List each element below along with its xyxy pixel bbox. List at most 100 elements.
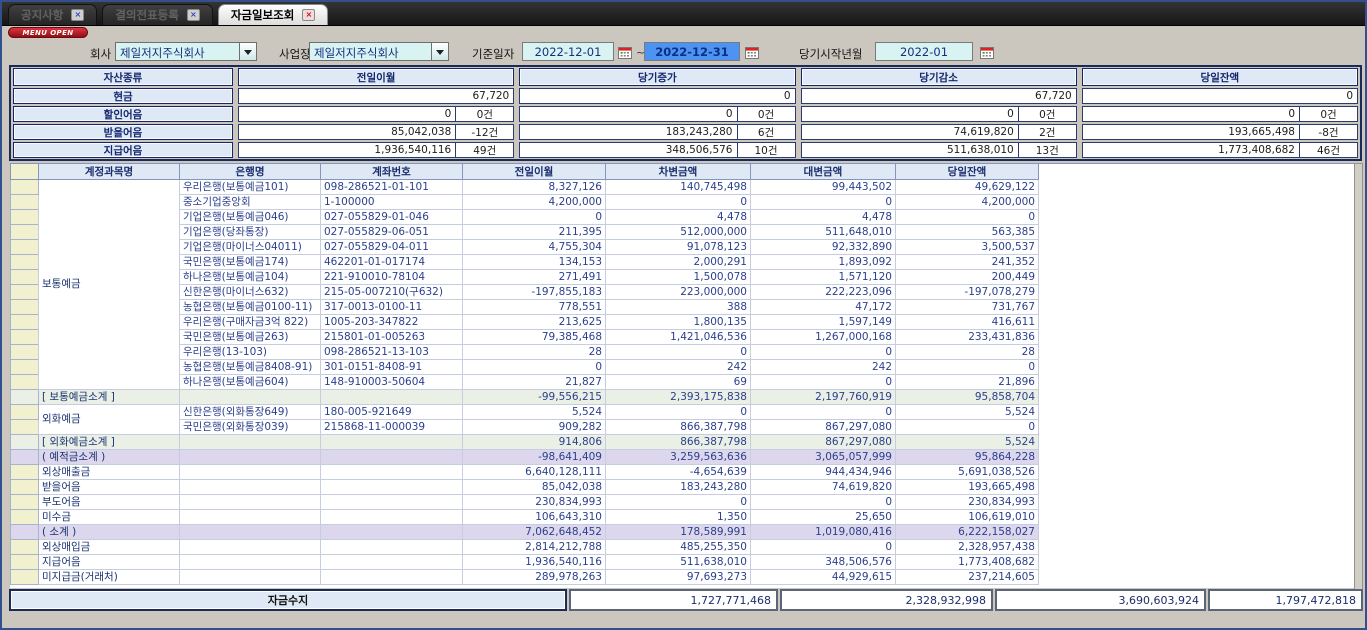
asset-amount-cell[interactable]: 0 — [519, 88, 795, 104]
asset-amount-cell[interactable]: 183,243,2806건 — [519, 124, 795, 140]
calendar-icon[interactable] — [980, 44, 994, 63]
bank-name-cell[interactable]: 신한은행(외화통장649) — [180, 405, 321, 420]
debit-amount-cell[interactable]: 1,800,135 — [606, 315, 751, 330]
prev-balance-cell[interactable]: -197,855,183 — [463, 285, 606, 300]
prev-balance-cell[interactable]: 271,491 — [463, 270, 606, 285]
prev-balance-cell[interactable]: 6,640,128,111 — [463, 465, 606, 480]
bank-name-cell[interactable]: 기업은행(보통예금046) — [180, 210, 321, 225]
account-number-cell[interactable]: 098-286521-01-101 — [321, 180, 463, 195]
credit-amount-cell[interactable]: 2,197,760,919 — [751, 390, 896, 405]
account-group-cell[interactable]: ( 예적금소계 ) — [39, 450, 180, 465]
chevron-down-icon[interactable] — [239, 43, 256, 60]
account-number-cell[interactable] — [321, 480, 463, 495]
bank-name-cell[interactable]: 우리은행(보통예금101) — [180, 180, 321, 195]
account-number-cell[interactable] — [321, 555, 463, 570]
bank-name-cell[interactable] — [180, 540, 321, 555]
prev-balance-cell[interactable]: 7,062,648,452 — [463, 525, 606, 540]
prev-balance-cell[interactable]: 4,200,000 — [463, 195, 606, 210]
bank-name-cell[interactable]: 우리은행(구매자금3억 822) — [180, 315, 321, 330]
balance-cell[interactable]: -197,078,279 — [896, 285, 1039, 300]
credit-amount-cell[interactable]: 74,619,820 — [751, 480, 896, 495]
prev-balance-cell[interactable]: 8,327,126 — [463, 180, 606, 195]
balance-cell[interactable]: 28 — [896, 345, 1039, 360]
row-indicator[interactable] — [11, 270, 39, 285]
debit-amount-cell[interactable]: 242 — [606, 360, 751, 375]
account-group-cell[interactable]: 외화예금 — [39, 405, 180, 435]
balance-cell[interactable]: 4,200,000 — [896, 195, 1039, 210]
bank-name-cell[interactable] — [180, 390, 321, 405]
prev-balance-cell[interactable]: 230,834,993 — [463, 495, 606, 510]
credit-amount-cell[interactable]: 44,929,615 — [751, 570, 896, 585]
balance-cell[interactable]: 0 — [896, 360, 1039, 375]
bank-name-cell[interactable]: 국민은행(외화통장039) — [180, 420, 321, 435]
debit-amount-cell[interactable]: 388 — [606, 300, 751, 315]
prev-balance-cell[interactable]: 134,153 — [463, 255, 606, 270]
account-number-cell[interactable]: 027-055829-04-011 — [321, 240, 463, 255]
prev-balance-cell[interactable]: 213,625 — [463, 315, 606, 330]
bank-name-cell[interactable]: 기업은행(당좌통장) — [180, 225, 321, 240]
account-group-cell[interactable]: 미수금 — [39, 510, 180, 525]
debit-amount-cell[interactable]: 512,000,000 — [606, 225, 751, 240]
prev-balance-cell[interactable]: 289,978,263 — [463, 570, 606, 585]
account-number-cell[interactable]: 027-055829-01-046 — [321, 210, 463, 225]
balance-cell[interactable]: 237,214,605 — [896, 570, 1039, 585]
row-indicator[interactable] — [11, 450, 39, 465]
tab-notice[interactable]: 공지사항 × — [8, 4, 97, 25]
account-number-cell[interactable]: 215-05-007210(구632) — [321, 285, 463, 300]
row-indicator[interactable] — [11, 210, 39, 225]
prev-balance-cell[interactable]: 0 — [463, 210, 606, 225]
bank-name-cell[interactable] — [180, 435, 321, 450]
bank-name-cell[interactable]: 중소기업중앙회 — [180, 195, 321, 210]
credit-amount-cell[interactable]: 222,223,096 — [751, 285, 896, 300]
row-indicator[interactable] — [11, 390, 39, 405]
prev-balance-cell[interactable]: 914,806 — [463, 435, 606, 450]
asset-amount-cell[interactable]: 85,042,038-12건 — [238, 124, 514, 140]
bank-name-cell[interactable]: 하나은행(보통예금104) — [180, 270, 321, 285]
balance-cell[interactable]: 200,449 — [896, 270, 1039, 285]
balance-cell[interactable]: 95,864,228 — [896, 450, 1039, 465]
row-indicator[interactable] — [11, 300, 39, 315]
asset-amount-cell[interactable]: 348,506,57610건 — [519, 142, 795, 158]
chevron-down-icon[interactable] — [431, 43, 448, 60]
account-number-cell[interactable]: 027-055829-06-051 — [321, 225, 463, 240]
row-indicator[interactable] — [11, 255, 39, 270]
asset-amount-cell[interactable]: 67,720 — [801, 88, 1077, 104]
prev-balance-cell[interactable]: 1,936,540,116 — [463, 555, 606, 570]
row-indicator[interactable] — [11, 540, 39, 555]
account-number-cell[interactable]: 098-286521-13-103 — [321, 345, 463, 360]
balance-cell[interactable]: 0 — [896, 420, 1039, 435]
row-indicator[interactable] — [11, 375, 39, 390]
calendar-icon[interactable] — [618, 44, 632, 63]
credit-amount-cell[interactable]: 242 — [751, 360, 896, 375]
bank-name-cell[interactable]: 신한은행(마이너스632) — [180, 285, 321, 300]
prev-balance-cell[interactable]: 909,282 — [463, 420, 606, 435]
asset-amount-cell[interactable]: 67,720 — [238, 88, 514, 104]
account-group-cell[interactable]: 지급어음 — [39, 555, 180, 570]
balance-cell[interactable]: 2,328,957,438 — [896, 540, 1039, 555]
balance-cell[interactable]: 416,611 — [896, 315, 1039, 330]
credit-amount-cell[interactable]: 944,434,946 — [751, 465, 896, 480]
row-indicator[interactable] — [11, 225, 39, 240]
balance-cell[interactable]: 0 — [896, 210, 1039, 225]
account-number-cell[interactable]: 215868-11-000039 — [321, 420, 463, 435]
credit-amount-cell[interactable]: 0 — [751, 375, 896, 390]
credit-amount-cell[interactable]: 25,650 — [751, 510, 896, 525]
bank-name-cell[interactable]: 농협은행(보통예금0100-11) — [180, 300, 321, 315]
credit-amount-cell[interactable]: 0 — [751, 495, 896, 510]
prev-balance-cell[interactable]: 5,524 — [463, 405, 606, 420]
debit-amount-cell[interactable]: 866,387,798 — [606, 420, 751, 435]
account-number-cell[interactable] — [321, 450, 463, 465]
balance-cell[interactable]: 193,665,498 — [896, 480, 1039, 495]
account-number-cell[interactable] — [321, 510, 463, 525]
prev-balance-cell[interactable]: 0 — [463, 360, 606, 375]
balance-cell[interactable]: 731,767 — [896, 300, 1039, 315]
debit-amount-cell[interactable]: 69 — [606, 375, 751, 390]
debit-amount-cell[interactable]: 1,421,046,536 — [606, 330, 751, 345]
asset-amount-cell[interactable]: 193,665,498-8건 — [1082, 124, 1358, 140]
debit-amount-cell[interactable]: 0 — [606, 195, 751, 210]
account-number-cell[interactable]: 221-910010-78104 — [321, 270, 463, 285]
prev-balance-cell[interactable]: 85,042,038 — [463, 480, 606, 495]
bank-name-cell[interactable] — [180, 570, 321, 585]
asset-amount-cell[interactable]: 511,638,01013건 — [801, 142, 1077, 158]
debit-amount-cell[interactable]: 485,255,350 — [606, 540, 751, 555]
